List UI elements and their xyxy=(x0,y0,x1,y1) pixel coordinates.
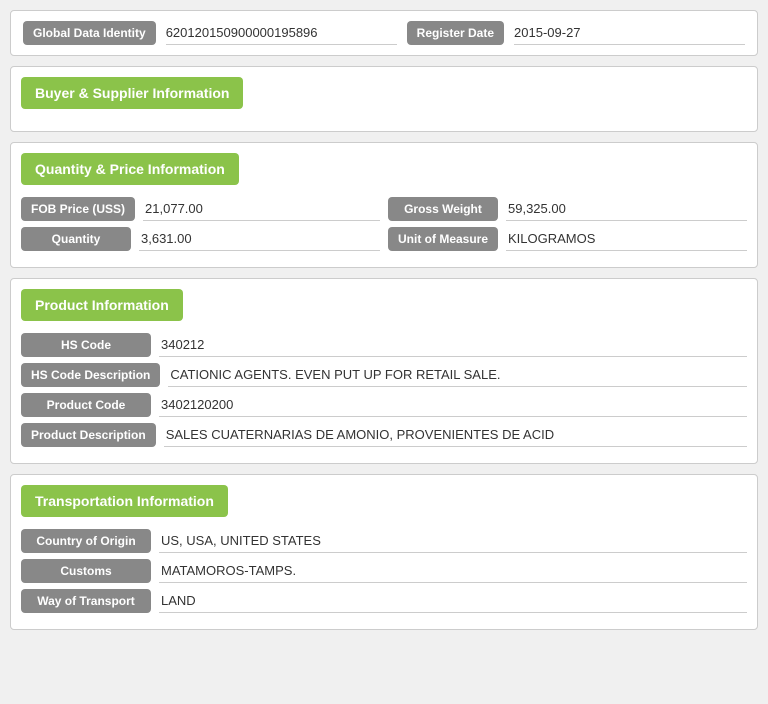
customs-row: Customs MATAMOROS-TAMPS. xyxy=(21,559,747,583)
page-wrapper: Global Data Identity 6201201509000001958… xyxy=(10,10,758,630)
product-body: HS Code 340212 HS Code Description CATIO… xyxy=(11,327,757,463)
quantity-label: Quantity xyxy=(21,227,131,251)
country-of-origin-label: Country of Origin xyxy=(21,529,151,553)
hs-code-desc-row: HS Code Description CATIONIC AGENTS. EVE… xyxy=(21,363,747,387)
quantity-price-section: Quantity & Price Information FOB Price (… xyxy=(10,142,758,268)
hs-code-value: 340212 xyxy=(159,333,747,357)
quantity-uom-row: Quantity 3,631.00 Unit of Measure KILOGR… xyxy=(21,227,747,251)
fob-gross-row: FOB Price (USS) 21,077.00 Gross Weight 5… xyxy=(21,197,747,221)
unit-of-measure-col: Unit of Measure KILOGRAMOS xyxy=(388,227,747,251)
fob-price-label: FOB Price (USS) xyxy=(21,197,135,221)
gross-weight-col: Gross Weight 59,325.00 xyxy=(388,197,747,221)
fob-price-value: 21,077.00 xyxy=(143,197,380,221)
unit-of-measure-value: KILOGRAMOS xyxy=(506,227,747,251)
transportation-title: Transportation Information xyxy=(21,485,228,517)
product-code-value: 3402120200 xyxy=(159,393,747,417)
product-desc-value: SALES CUATERNARIAS DE AMONIO, PROVENIENT… xyxy=(164,423,747,447)
identity-row: Global Data Identity 6201201509000001958… xyxy=(10,10,758,56)
customs-label: Customs xyxy=(21,559,151,583)
register-date-label: Register Date xyxy=(407,21,504,45)
quantity-value: 3,631.00 xyxy=(139,227,380,251)
quantity-col: Quantity 3,631.00 xyxy=(21,227,380,251)
buyer-supplier-title: Buyer & Supplier Information xyxy=(21,77,243,109)
product-section: Product Information HS Code 340212 HS Co… xyxy=(10,278,758,464)
product-desc-row: Product Description SALES CUATERNARIAS D… xyxy=(21,423,747,447)
transportation-section: Transportation Information Country of Or… xyxy=(10,474,758,630)
global-data-identity-value: 620120150900000195896 xyxy=(166,21,397,45)
quantity-price-body: FOB Price (USS) 21,077.00 Gross Weight 5… xyxy=(11,191,757,267)
global-data-identity-label: Global Data Identity xyxy=(23,21,156,45)
quantity-price-title: Quantity & Price Information xyxy=(21,153,239,185)
customs-value: MATAMOROS-TAMPS. xyxy=(159,559,747,583)
hs-code-label: HS Code xyxy=(21,333,151,357)
country-of-origin-row: Country of Origin US, USA, UNITED STATES xyxy=(21,529,747,553)
country-of-origin-value: US, USA, UNITED STATES xyxy=(159,529,747,553)
hs-code-desc-label: HS Code Description xyxy=(21,363,160,387)
fob-price-col: FOB Price (USS) 21,077.00 xyxy=(21,197,380,221)
gross-weight-label: Gross Weight xyxy=(388,197,498,221)
product-desc-label: Product Description xyxy=(21,423,156,447)
hs-code-row: HS Code 340212 xyxy=(21,333,747,357)
transportation-body: Country of Origin US, USA, UNITED STATES… xyxy=(11,523,757,629)
product-code-row: Product Code 3402120200 xyxy=(21,393,747,417)
register-date-value: 2015-09-27 xyxy=(514,21,745,45)
buyer-supplier-section: Buyer & Supplier Information xyxy=(10,66,758,132)
buyer-supplier-body xyxy=(11,115,757,131)
product-title: Product Information xyxy=(21,289,183,321)
unit-of-measure-label: Unit of Measure xyxy=(388,227,498,251)
way-of-transport-value: LAND xyxy=(159,589,747,613)
product-code-label: Product Code xyxy=(21,393,151,417)
way-of-transport-label: Way of Transport xyxy=(21,589,151,613)
gross-weight-value: 59,325.00 xyxy=(506,197,747,221)
way-of-transport-row: Way of Transport LAND xyxy=(21,589,747,613)
hs-code-desc-value: CATIONIC AGENTS. EVEN PUT UP FOR RETAIL … xyxy=(168,363,747,387)
